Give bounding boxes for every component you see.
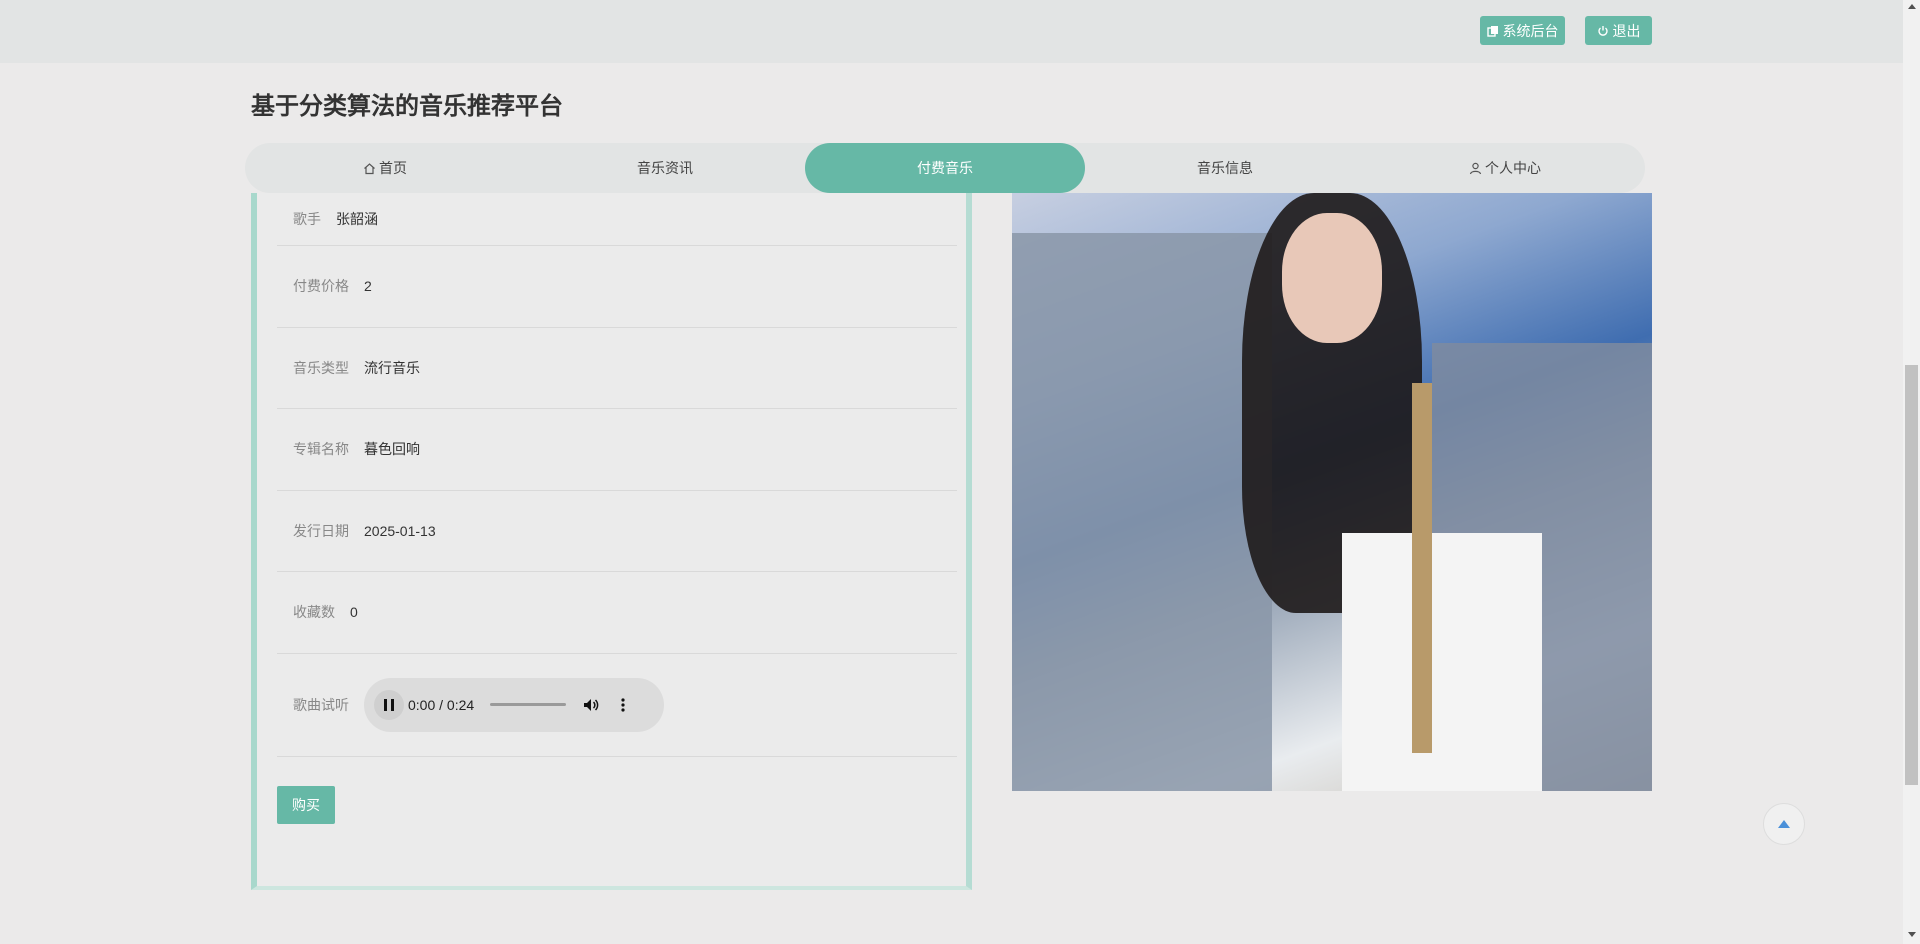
- field-row-album: 专辑名称 暮色回响: [277, 408, 957, 491]
- page-scrollbar[interactable]: [1903, 0, 1920, 944]
- cover-shape: [1412, 383, 1432, 753]
- nav-item-user-center[interactable]: 个人中心: [1365, 143, 1645, 193]
- nav-item-news-label: 音乐资讯: [637, 160, 693, 176]
- music-detail-panel: 歌手 张韶涵 付费价格 2 音乐类型 流行音乐 专辑名称 暮色回响 发行日期 2…: [251, 193, 972, 890]
- field-value: 2: [364, 278, 372, 294]
- buy-button[interactable]: 购买: [277, 786, 335, 824]
- cover-shape: [1282, 213, 1382, 343]
- audio-player[interactable]: 0:00 / 0:24: [364, 677, 664, 732]
- nav-item-home-label: 首页: [379, 160, 407, 176]
- cover-shape: [1012, 233, 1272, 791]
- field-label: 音乐类型: [293, 359, 349, 376]
- more-options-icon[interactable]: [614, 696, 632, 714]
- dashboard-icon: [1486, 25, 1498, 37]
- volume-icon[interactable]: [582, 696, 600, 714]
- cover-shape: [1342, 533, 1542, 791]
- site-title: 基于分类算法的音乐推荐平台: [251, 93, 563, 120]
- album-cover-image: [1012, 193, 1652, 791]
- field-label: 歌曲试听: [293, 696, 349, 713]
- pause-icon: [384, 698, 387, 711]
- field-label: 收藏数: [293, 604, 335, 620]
- home-icon: [364, 162, 375, 174]
- caret-up-icon: [1778, 820, 1790, 828]
- admin-button-label: 系统后台: [1502, 22, 1559, 39]
- field-label: 歌手: [293, 211, 321, 227]
- pause-icon: [391, 698, 394, 711]
- field-label: 专辑名称: [293, 441, 349, 457]
- top-bar: 系统后台 退出: [0, 0, 1920, 63]
- field-row-music-type: 音乐类型 流行音乐: [277, 327, 957, 409]
- field-label: 发行日期: [293, 522, 349, 539]
- scroll-up-arrow[interactable]: [1908, 4, 1916, 9]
- logout-button[interactable]: 退出: [1585, 16, 1652, 45]
- scroll-down-arrow[interactable]: [1908, 932, 1916, 937]
- nav-item-music-info[interactable]: 音乐信息: [1085, 143, 1365, 193]
- field-value: 2025-01-13: [364, 522, 436, 539]
- nav-item-user-center-label: 个人中心: [1485, 160, 1541, 176]
- field-row-favorites: 收藏数 0: [277, 571, 957, 654]
- nav-item-paid-music-label: 付费音乐: [917, 160, 973, 176]
- field-row-preview: 歌曲试听 0:00 / 0:24: [277, 653, 957, 757]
- nav-item-news[interactable]: 音乐资讯: [525, 143, 805, 193]
- field-label: 付费价格: [293, 278, 349, 294]
- power-icon: [1597, 25, 1608, 36]
- field-value: 0: [350, 604, 358, 620]
- scroll-thumb[interactable]: [1905, 365, 1918, 785]
- field-row-price: 付费价格 2: [277, 245, 957, 328]
- audio-time: 0:00 / 0:24: [408, 696, 475, 713]
- field-value: 流行音乐: [364, 359, 420, 376]
- main-nav: 首页 音乐资讯 付费音乐 音乐信息 个人中心: [245, 143, 1645, 193]
- user-icon: [1469, 162, 1482, 174]
- audio-progress-bar[interactable]: [490, 703, 567, 706]
- field-value: 张韶涵: [336, 211, 378, 227]
- admin-button[interactable]: 系统后台: [1480, 16, 1565, 45]
- back-to-top-button[interactable]: [1763, 803, 1805, 845]
- field-value: 暮色回响: [364, 441, 420, 457]
- nav-item-music-info-label: 音乐信息: [1197, 160, 1253, 176]
- pause-button[interactable]: [374, 689, 404, 720]
- field-row-singer: 歌手 张韶涵: [277, 193, 957, 246]
- nav-item-home[interactable]: 首页: [245, 143, 525, 193]
- logout-button-label: 退出: [1612, 22, 1641, 39]
- nav-item-paid-music[interactable]: 付费音乐: [805, 143, 1085, 193]
- field-row-release-date: 发行日期 2025-01-13: [277, 490, 957, 572]
